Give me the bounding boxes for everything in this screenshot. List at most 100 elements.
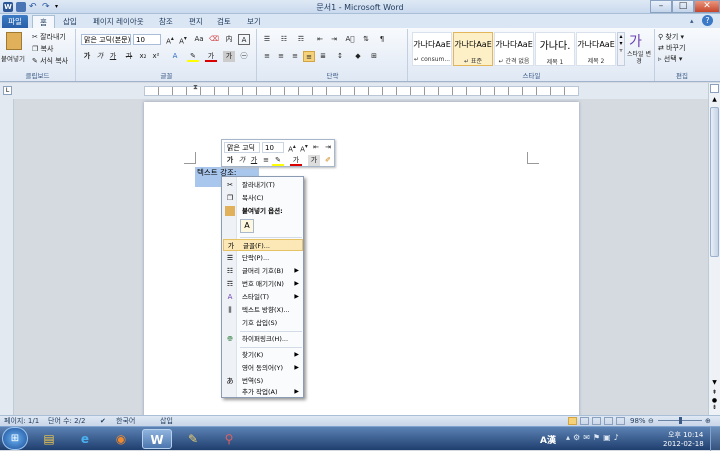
mini-format-painter-icon[interactable]: ✐ (322, 155, 334, 166)
superscript-icon[interactable]: x² (150, 51, 162, 62)
word-count[interactable]: 단어 수: 2/2 (48, 416, 85, 426)
change-case-icon[interactable]: Aa (193, 34, 205, 45)
mini-bold-icon[interactable]: 가 (224, 155, 236, 166)
zoom-out-icon[interactable]: ⊖ (648, 416, 654, 426)
align-center-icon[interactable]: ≡ (275, 51, 287, 62)
style-normal[interactable]: 가나다AaE ↵ 표준 (453, 32, 493, 66)
strikethrough-icon[interactable]: 가 (123, 51, 135, 62)
scroll-thumb[interactable] (710, 107, 719, 257)
tab-selector-icon[interactable]: L (3, 86, 12, 95)
mini-indent-icon[interactable]: ⇤ (310, 142, 322, 153)
tab-insert[interactable]: 삽입 (56, 15, 84, 28)
mini-align-icon[interactable]: ≡ (260, 155, 272, 166)
clock-time[interactable]: 오후 10:14 (668, 430, 703, 440)
replace-button[interactable]: ⇄ 바꾸기 (658, 43, 685, 53)
full-screen-view-icon[interactable] (580, 417, 589, 425)
mini-highlight-icon[interactable]: ✎ (272, 155, 284, 166)
tab-file[interactable]: 파일 (2, 15, 28, 28)
menu-item-synonyms[interactable]: 영어 동의어(Y) ▶ (223, 362, 303, 374)
find-button[interactable]: ⚲ 찾기 ▾ (658, 32, 684, 42)
tray-icons[interactable]: ▴⚙✉⚑▣♪ (566, 433, 622, 442)
menu-item-numbering[interactable]: ☶ 번호 매기기(N) ▶ (223, 278, 303, 290)
paint-icon[interactable]: ✎ (178, 429, 208, 449)
firefox-icon[interactable]: ◉ (106, 429, 136, 449)
minimize-ribbon-icon[interactable]: ▴ (690, 17, 694, 25)
menu-item-styles[interactable]: A 스타일(T) ▶ (223, 291, 303, 303)
vertical-ruler[interactable] (0, 99, 14, 415)
clock-date[interactable]: 2012-02-18 (663, 440, 704, 448)
mini-font-color-icon[interactable]: 가 (290, 155, 302, 166)
mini-outdent-icon[interactable]: ⇥ (322, 142, 334, 153)
tab-references[interactable]: 참조 (152, 15, 180, 28)
menu-item-paragraph[interactable]: ☰ 단락(P)... (223, 252, 303, 264)
zoom-level[interactable]: 98% (630, 416, 646, 426)
zoom-in-icon[interactable]: ⊕ (705, 416, 711, 426)
page-count[interactable]: 페이지: 1/1 (4, 416, 39, 426)
style-consum[interactable]: 가나다AaE ↵ consum... (412, 32, 452, 66)
highlight-icon[interactable]: ✎ (187, 51, 199, 62)
menu-item-bullets[interactable]: ☷ 글머리 기호(B) ▶ (223, 265, 303, 277)
char-border-icon[interactable]: A (238, 34, 250, 45)
italic-icon[interactable]: 가 (94, 51, 106, 62)
bold-icon[interactable]: 가 (81, 51, 93, 62)
browse-object-icon[interactable]: ● (710, 397, 719, 404)
minimize-button[interactable]: – (650, 0, 672, 13)
asian-layout-icon[interactable]: A⃞ (344, 34, 356, 45)
ruler-toggle-icon[interactable] (710, 84, 719, 93)
line-spacing-icon[interactable]: ↕ (334, 51, 346, 62)
align-left-icon[interactable]: ≡ (261, 51, 273, 62)
paste-button[interactable]: 붙여넣기 (1, 53, 25, 63)
zoom-slider-thumb[interactable] (679, 417, 682, 424)
align-right-icon[interactable]: ≡ (289, 51, 301, 62)
tab-home[interactable]: 홈 (32, 15, 55, 28)
mini-underline-icon[interactable]: 가 (248, 155, 260, 166)
font-name-combo[interactable]: 맑은 고딕(본문) (81, 34, 131, 45)
prev-page-icon[interactable]: ⇞ (710, 389, 719, 396)
menu-item-additional-actions[interactable]: 추가 작업(A) ▶ (223, 386, 303, 398)
text-effects-icon[interactable]: A (169, 51, 181, 62)
scroll-up-icon[interactable]: ▲ (710, 96, 719, 103)
select-button[interactable]: ▹ 선택 ▾ (658, 54, 682, 64)
explorer-icon[interactable]: ▤ (34, 429, 64, 449)
style-heading-1[interactable]: 가나다. 제목 1 (535, 32, 575, 66)
copy-button[interactable]: ❐ 복사 (32, 44, 53, 54)
menu-item-cut[interactable]: ✂ 잘라내기(T) (223, 179, 303, 191)
sort-icon[interactable]: ⇅ (360, 34, 372, 45)
draft-view-icon[interactable] (616, 417, 625, 425)
document-page[interactable]: 텍스트 강조: (144, 102, 579, 422)
mini-font-combo[interactable]: 맑은 고딕 (224, 142, 260, 153)
mini-italic-icon[interactable]: 가 (236, 155, 248, 166)
show-marks-icon[interactable]: ¶ (376, 34, 388, 45)
show-desktop-button[interactable] (710, 427, 720, 451)
numbering-icon[interactable]: ☷ (278, 34, 290, 45)
next-page-icon[interactable]: ⇟ (710, 404, 719, 411)
cut-button[interactable]: ✂ 잘라내기 (32, 32, 66, 42)
font-color-icon[interactable]: 가 (205, 51, 217, 62)
decrease-indent-icon[interactable]: ⇤ (314, 34, 326, 45)
maximize-button[interactable]: □ (672, 0, 694, 13)
search-app-icon[interactable]: ⚲ (214, 429, 244, 449)
close-button[interactable]: ✕ (694, 0, 720, 13)
menu-item-font[interactable]: 가 글꼴(F)... (223, 239, 303, 251)
enclose-char-icon[interactable]: ㊀ (238, 51, 250, 62)
menu-item-lookup[interactable]: 찾기(K) ▶ (223, 349, 303, 361)
mini-size-combo[interactable]: 10 (262, 142, 284, 153)
style-heading-2[interactable]: 가나다AaE 제목 2 (576, 32, 616, 66)
borders-icon[interactable]: ⊞ (368, 51, 380, 62)
distributed-icon[interactable]: ≣ (317, 51, 329, 62)
clear-format-icon[interactable]: ⌫ (208, 34, 220, 45)
tab-page-layout[interactable]: 페이지 레이아웃 (86, 15, 151, 28)
change-styles-icon[interactable]: 가 (629, 31, 642, 51)
outline-view-icon[interactable] (604, 417, 613, 425)
menu-item-hyperlink[interactable]: 🌐︎ 하이퍼링크(H)... (223, 333, 303, 345)
font-size-combo[interactable]: 10 (133, 34, 161, 45)
mini-shrink-font-icon[interactable]: A▾ (298, 142, 310, 153)
print-layout-view-icon[interactable] (568, 417, 577, 425)
phonetic-guide-icon[interactable]: 内 (223, 34, 235, 45)
web-layout-view-icon[interactable] (592, 417, 601, 425)
menu-item-copy[interactable]: ❐ 복사(C) (223, 192, 303, 204)
style-no-spacing[interactable]: 가나다AaE ↵ 간격 없음 (494, 32, 534, 66)
horizontal-ruler[interactable]: L ⧗ (0, 83, 720, 99)
shrink-font-icon[interactable]: A▾ (177, 34, 189, 45)
tab-view[interactable]: 보기 (240, 15, 268, 28)
